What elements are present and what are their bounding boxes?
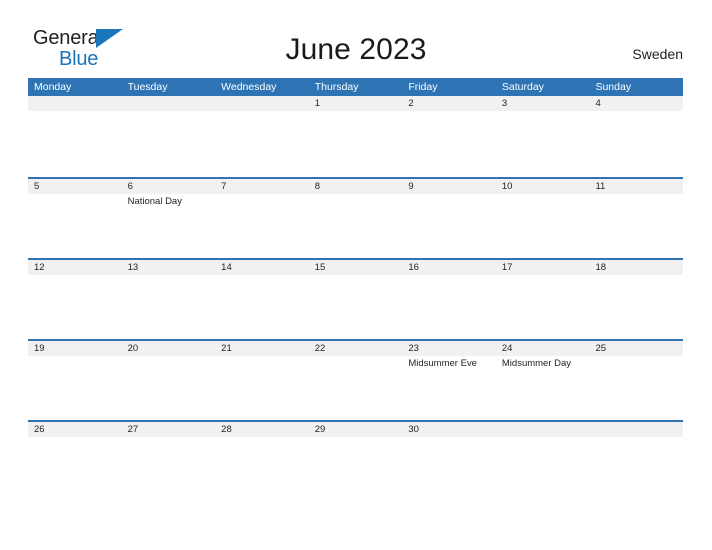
day-number[interactable]: 20 xyxy=(122,341,216,356)
day-event xyxy=(122,111,216,175)
week-row: 5 6 7 8 9 10 11 National Day xyxy=(28,177,683,258)
day-number[interactable]: 1 xyxy=(309,96,403,111)
day-event xyxy=(215,356,309,420)
weekday-header-friday: Friday xyxy=(408,81,438,93)
day-event xyxy=(589,356,683,420)
day-event xyxy=(215,437,309,501)
day-number[interactable]: 16 xyxy=(402,260,496,275)
week-event-strip: National Day xyxy=(28,194,683,258)
week-daynum-strip: 1 2 3 4 xyxy=(28,96,683,111)
day-number[interactable] xyxy=(589,422,683,437)
weekday-header-monday: Monday xyxy=(34,81,72,93)
day-event: Midsummer Day xyxy=(501,358,572,369)
day-number[interactable]: 12 xyxy=(28,260,122,275)
day-event xyxy=(28,356,122,420)
day-number[interactable]: 15 xyxy=(309,260,403,275)
day-number[interactable]: 14 xyxy=(215,260,309,275)
week-row: 19 20 21 22 23 24 25 Midsummer Eve Midsu… xyxy=(28,339,683,420)
week-daynum-strip: 12 13 14 15 16 17 18 xyxy=(28,260,683,275)
page-header: General Blue June 2023 Sweden xyxy=(0,0,712,78)
week-row: 12 13 14 15 16 17 18 xyxy=(28,258,683,339)
day-number[interactable]: 11 xyxy=(589,179,683,194)
country-label: Sweden xyxy=(632,46,683,62)
day-number[interactable]: 21 xyxy=(215,341,309,356)
day-event: Midsummer Eve xyxy=(408,358,477,369)
day-number[interactable] xyxy=(28,96,122,111)
day-event xyxy=(28,194,122,258)
week-daynum-strip: 19 20 21 22 23 24 25 xyxy=(28,341,683,356)
day-event xyxy=(496,437,590,501)
day-event xyxy=(309,111,403,175)
day-event xyxy=(215,194,309,258)
week-event-strip xyxy=(28,275,683,339)
day-number[interactable]: 25 xyxy=(589,341,683,356)
day-number[interactable]: 19 xyxy=(28,341,122,356)
day-event xyxy=(496,111,590,175)
day-number[interactable]: 27 xyxy=(122,422,216,437)
day-event xyxy=(309,437,403,501)
day-event xyxy=(215,111,309,175)
day-number[interactable]: 18 xyxy=(589,260,683,275)
weekday-header-saturday: Saturday xyxy=(501,81,544,93)
week-row: 1 2 3 4 xyxy=(28,96,683,177)
day-number[interactable]: 7 xyxy=(215,179,309,194)
day-number[interactable]: 3 xyxy=(496,96,590,111)
calendar-grid: Monday Tuesday Wednesday Thursday Friday… xyxy=(28,78,683,501)
page-title: June 2023 xyxy=(285,33,427,66)
week-event-strip xyxy=(28,437,683,501)
day-event xyxy=(28,275,122,339)
day-event xyxy=(309,275,403,339)
day-event xyxy=(28,437,122,501)
day-number[interactable]: 6 xyxy=(122,179,216,194)
day-event xyxy=(28,111,122,175)
day-event xyxy=(402,194,496,258)
day-number[interactable]: 23 xyxy=(402,341,496,356)
day-number[interactable]: 2 xyxy=(402,96,496,111)
day-number[interactable]: 22 xyxy=(309,341,403,356)
day-number[interactable]: 30 xyxy=(402,422,496,437)
day-event xyxy=(496,194,590,258)
day-number[interactable]: 28 xyxy=(215,422,309,437)
day-event xyxy=(589,437,683,501)
week-event-strip xyxy=(28,111,683,175)
day-number[interactable]: 26 xyxy=(28,422,122,437)
day-event xyxy=(496,275,590,339)
day-event xyxy=(309,194,403,258)
week-event-strip: Midsummer Eve Midsummer Day xyxy=(28,356,683,420)
day-event xyxy=(309,356,403,420)
day-number[interactable]: 17 xyxy=(496,260,590,275)
day-number[interactable]: 29 xyxy=(309,422,403,437)
day-event xyxy=(122,356,216,420)
day-event xyxy=(122,275,216,339)
week-row: 26 27 28 29 30 xyxy=(28,420,683,501)
weekday-header-wednesday: Wednesday xyxy=(221,81,277,93)
day-number[interactable]: 4 xyxy=(589,96,683,111)
day-event xyxy=(215,275,309,339)
day-event xyxy=(122,437,216,501)
day-event xyxy=(402,111,496,175)
day-number[interactable] xyxy=(496,422,590,437)
weekday-header-thursday: Thursday xyxy=(314,81,359,93)
day-number[interactable]: 8 xyxy=(309,179,403,194)
weekday-header-row: Monday Tuesday Wednesday Thursday Friday… xyxy=(28,78,683,96)
weekday-header-sunday: Sunday xyxy=(595,81,632,93)
day-number[interactable]: 13 xyxy=(122,260,216,275)
day-number[interactable]: 10 xyxy=(496,179,590,194)
day-number[interactable]: 5 xyxy=(28,179,122,194)
day-event xyxy=(402,437,496,501)
day-event xyxy=(589,275,683,339)
day-number[interactable] xyxy=(215,96,309,111)
day-event: National Day xyxy=(127,196,182,207)
day-event xyxy=(589,111,683,175)
day-number[interactable]: 9 xyxy=(402,179,496,194)
day-event xyxy=(402,275,496,339)
day-event xyxy=(589,194,683,258)
weekday-header-tuesday: Tuesday xyxy=(127,81,168,93)
week-daynum-strip: 26 27 28 29 30 xyxy=(28,422,683,437)
week-daynum-strip: 5 6 7 8 9 10 11 xyxy=(28,179,683,194)
day-number[interactable] xyxy=(122,96,216,111)
day-number[interactable]: 24 xyxy=(496,341,590,356)
